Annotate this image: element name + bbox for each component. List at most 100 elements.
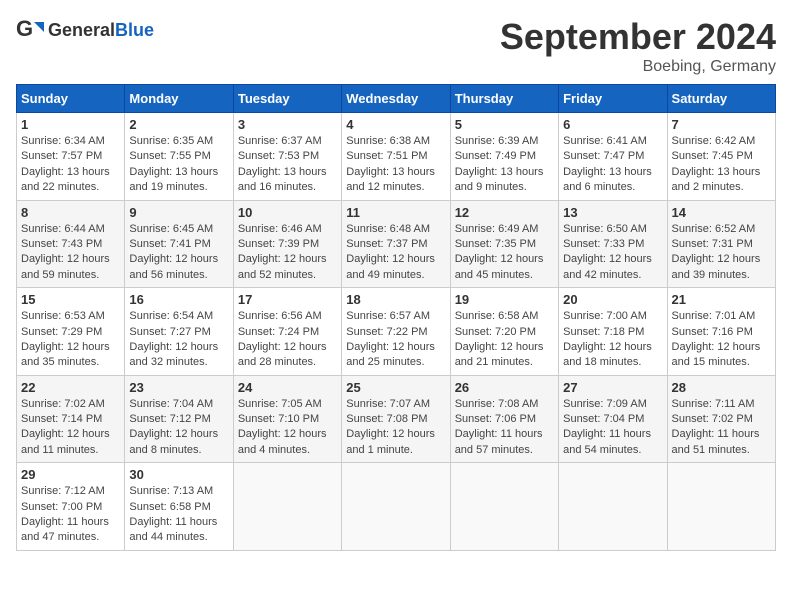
day-info: Sunrise: 6:57 AMSunset: 7:22 PMDaylight:… bbox=[346, 309, 445, 371]
calendar-cell: 26 Sunrise: 7:08 AMSunset: 7:06 PMDayligh… bbox=[450, 375, 558, 463]
calendar-cell: 13 Sunrise: 6:50 AMSunset: 7:33 PMDayligh… bbox=[559, 200, 667, 288]
day-info: Sunrise: 6:53 AMSunset: 7:29 PMDaylight:… bbox=[21, 309, 120, 371]
day-info: Sunrise: 7:07 AMSunset: 7:08 PMDaylight:… bbox=[346, 397, 445, 459]
calendar-cell: 5 Sunrise: 6:39 AMSunset: 7:49 PMDaylight… bbox=[450, 113, 558, 201]
col-thursday: Thursday bbox=[450, 85, 558, 113]
day-info: Sunrise: 7:01 AMSunset: 7:16 PMDaylight:… bbox=[672, 309, 771, 371]
calendar-cell: 11 Sunrise: 6:48 AMSunset: 7:37 PMDayligh… bbox=[342, 200, 450, 288]
day-number: 1 bbox=[21, 117, 120, 132]
calendar-cell: 24 Sunrise: 7:05 AMSunset: 7:10 PMDayligh… bbox=[233, 375, 341, 463]
calendar-cell: 23 Sunrise: 7:04 AMSunset: 7:12 PMDayligh… bbox=[125, 375, 233, 463]
calendar-cell: 27 Sunrise: 7:09 AMSunset: 7:04 PMDayligh… bbox=[559, 375, 667, 463]
calendar-cell: 7Sunrise: 6:42 AMSunset: 7:45 PMDaylight… bbox=[667, 113, 775, 201]
calendar-cell: 30Sunrise: 7:13 AMSunset: 6:58 PMDayligh… bbox=[125, 463, 233, 551]
calendar-cell: 28 Sunrise: 7:11 AMSunset: 7:02 PMDayligh… bbox=[667, 375, 775, 463]
day-number: 14 bbox=[672, 205, 771, 220]
day-info: Sunrise: 7:04 AMSunset: 7:12 PMDaylight:… bbox=[129, 397, 228, 459]
day-info: Sunrise: 6:41 AMSunset: 7:47 PMDaylight:… bbox=[563, 134, 662, 196]
day-number: 23 bbox=[129, 380, 228, 395]
calendar-table: Sunday Monday Tuesday Wednesday Thursday… bbox=[16, 84, 776, 551]
day-number: 4 bbox=[346, 117, 445, 132]
day-info: Sunrise: 6:54 AMSunset: 7:27 PMDaylight:… bbox=[129, 309, 228, 371]
svg-text:G: G bbox=[16, 16, 33, 41]
day-number: 19 bbox=[455, 292, 554, 307]
day-info: Sunrise: 7:11 AMSunset: 7:02 PMDaylight:… bbox=[672, 397, 771, 459]
calendar-cell bbox=[667, 463, 775, 551]
day-number: 6 bbox=[563, 117, 662, 132]
calendar-cell: 22 Sunrise: 7:02 AMSunset: 7:14 PMDayligh… bbox=[17, 375, 125, 463]
calendar-cell: 6 Sunrise: 6:41 AMSunset: 7:47 PMDaylight… bbox=[559, 113, 667, 201]
calendar-week-3: 15 Sunrise: 6:53 AMSunset: 7:29 PMDayligh… bbox=[17, 288, 776, 376]
calendar-week-2: 8Sunrise: 6:44 AMSunset: 7:43 PMDaylight… bbox=[17, 200, 776, 288]
calendar-cell: 15 Sunrise: 6:53 AMSunset: 7:29 PMDayligh… bbox=[17, 288, 125, 376]
day-info: Sunrise: 6:37 AMSunset: 7:53 PMDaylight:… bbox=[238, 134, 337, 196]
col-wednesday: Wednesday bbox=[342, 85, 450, 113]
day-number: 21 bbox=[672, 292, 771, 307]
day-number: 26 bbox=[455, 380, 554, 395]
calendar-week-4: 22 Sunrise: 7:02 AMSunset: 7:14 PMDayligh… bbox=[17, 375, 776, 463]
day-info: Sunrise: 7:09 AMSunset: 7:04 PMDaylight:… bbox=[563, 397, 662, 459]
day-number: 2 bbox=[129, 117, 228, 132]
calendar-cell bbox=[559, 463, 667, 551]
logo-general: General bbox=[48, 20, 115, 40]
day-info: Sunrise: 6:39 AMSunset: 7:49 PMDaylight:… bbox=[455, 134, 554, 196]
calendar-cell bbox=[450, 463, 558, 551]
calendar-body: 1 Sunrise: 6:34 AMSunset: 7:57 PMDaylight… bbox=[17, 113, 776, 551]
calendar-cell: 9Sunrise: 6:45 AMSunset: 7:41 PMDaylight… bbox=[125, 200, 233, 288]
day-number: 16 bbox=[129, 292, 228, 307]
day-info: Sunrise: 7:12 AMSunset: 7:00 PMDaylight:… bbox=[21, 484, 120, 546]
day-info: Sunrise: 6:49 AMSunset: 7:35 PMDaylight:… bbox=[455, 222, 554, 284]
calendar-cell: 29 Sunrise: 7:12 AMSunset: 7:00 PMDayligh… bbox=[17, 463, 125, 551]
col-sunday: Sunday bbox=[17, 85, 125, 113]
day-info: Sunrise: 6:52 AMSunset: 7:31 PMDaylight:… bbox=[672, 222, 771, 284]
day-number: 29 bbox=[21, 467, 120, 482]
day-number: 27 bbox=[563, 380, 662, 395]
day-number: 22 bbox=[21, 380, 120, 395]
day-info: Sunrise: 6:58 AMSunset: 7:20 PMDaylight:… bbox=[455, 309, 554, 371]
calendar-cell: 10Sunrise: 6:46 AMSunset: 7:39 PMDayligh… bbox=[233, 200, 341, 288]
calendar-cell: 16 Sunrise: 6:54 AMSunset: 7:27 PMDayligh… bbox=[125, 288, 233, 376]
day-number: 24 bbox=[238, 380, 337, 395]
calendar-cell: 21 Sunrise: 7:01 AMSunset: 7:16 PMDayligh… bbox=[667, 288, 775, 376]
day-info: Sunrise: 6:50 AMSunset: 7:33 PMDaylight:… bbox=[563, 222, 662, 284]
title-area: September 2024 Boebing, Germany bbox=[500, 16, 776, 76]
day-number: 17 bbox=[238, 292, 337, 307]
logo-icon: G bbox=[16, 16, 44, 44]
calendar-cell: 14 Sunrise: 6:52 AMSunset: 7:31 PMDayligh… bbox=[667, 200, 775, 288]
calendar-cell: 17Sunrise: 6:56 AMSunset: 7:24 PMDayligh… bbox=[233, 288, 341, 376]
calendar-cell: 12 Sunrise: 6:49 AMSunset: 7:35 PMDayligh… bbox=[450, 200, 558, 288]
calendar-cell bbox=[233, 463, 341, 551]
calendar-cell bbox=[342, 463, 450, 551]
day-info: Sunrise: 6:48 AMSunset: 7:37 PMDaylight:… bbox=[346, 222, 445, 284]
day-info: Sunrise: 6:45 AMSunset: 7:41 PMDaylight:… bbox=[129, 222, 228, 284]
day-number: 13 bbox=[563, 205, 662, 220]
month-title: September 2024 bbox=[500, 16, 776, 58]
day-number: 25 bbox=[346, 380, 445, 395]
calendar-week-1: 1 Sunrise: 6:34 AMSunset: 7:57 PMDaylight… bbox=[17, 113, 776, 201]
calendar-cell: 25 Sunrise: 7:07 AMSunset: 7:08 PMDayligh… bbox=[342, 375, 450, 463]
calendar-cell: 1 Sunrise: 6:34 AMSunset: 7:57 PMDaylight… bbox=[17, 113, 125, 201]
calendar-header: Sunday Monday Tuesday Wednesday Thursday… bbox=[17, 85, 776, 113]
day-number: 15 bbox=[21, 292, 120, 307]
day-number: 11 bbox=[346, 205, 445, 220]
col-friday: Friday bbox=[559, 85, 667, 113]
col-tuesday: Tuesday bbox=[233, 85, 341, 113]
calendar-cell: 19 Sunrise: 6:58 AMSunset: 7:20 PMDayligh… bbox=[450, 288, 558, 376]
day-number: 20 bbox=[563, 292, 662, 307]
day-number: 28 bbox=[672, 380, 771, 395]
day-info: Sunrise: 7:05 AMSunset: 7:10 PMDaylight:… bbox=[238, 397, 337, 459]
day-info: Sunrise: 6:34 AMSunset: 7:57 PMDaylight:… bbox=[21, 134, 120, 196]
calendar-cell: 3Sunrise: 6:37 AMSunset: 7:53 PMDaylight… bbox=[233, 113, 341, 201]
header-row: Sunday Monday Tuesday Wednesday Thursday… bbox=[17, 85, 776, 113]
day-info: Sunrise: 7:00 AMSunset: 7:18 PMDaylight:… bbox=[563, 309, 662, 371]
day-info: Sunrise: 7:02 AMSunset: 7:14 PMDaylight:… bbox=[21, 397, 120, 459]
day-number: 5 bbox=[455, 117, 554, 132]
calendar-cell: 4Sunrise: 6:38 AMSunset: 7:51 PMDaylight… bbox=[342, 113, 450, 201]
day-number: 12 bbox=[455, 205, 554, 220]
calendar-cell: 18Sunrise: 6:57 AMSunset: 7:22 PMDayligh… bbox=[342, 288, 450, 376]
logo: G GeneralBlue bbox=[16, 16, 154, 44]
calendar-cell: 20 Sunrise: 7:00 AMSunset: 7:18 PMDayligh… bbox=[559, 288, 667, 376]
calendar-week-5: 29 Sunrise: 7:12 AMSunset: 7:00 PMDayligh… bbox=[17, 463, 776, 551]
col-monday: Monday bbox=[125, 85, 233, 113]
day-info: Sunrise: 7:08 AMSunset: 7:06 PMDaylight:… bbox=[455, 397, 554, 459]
